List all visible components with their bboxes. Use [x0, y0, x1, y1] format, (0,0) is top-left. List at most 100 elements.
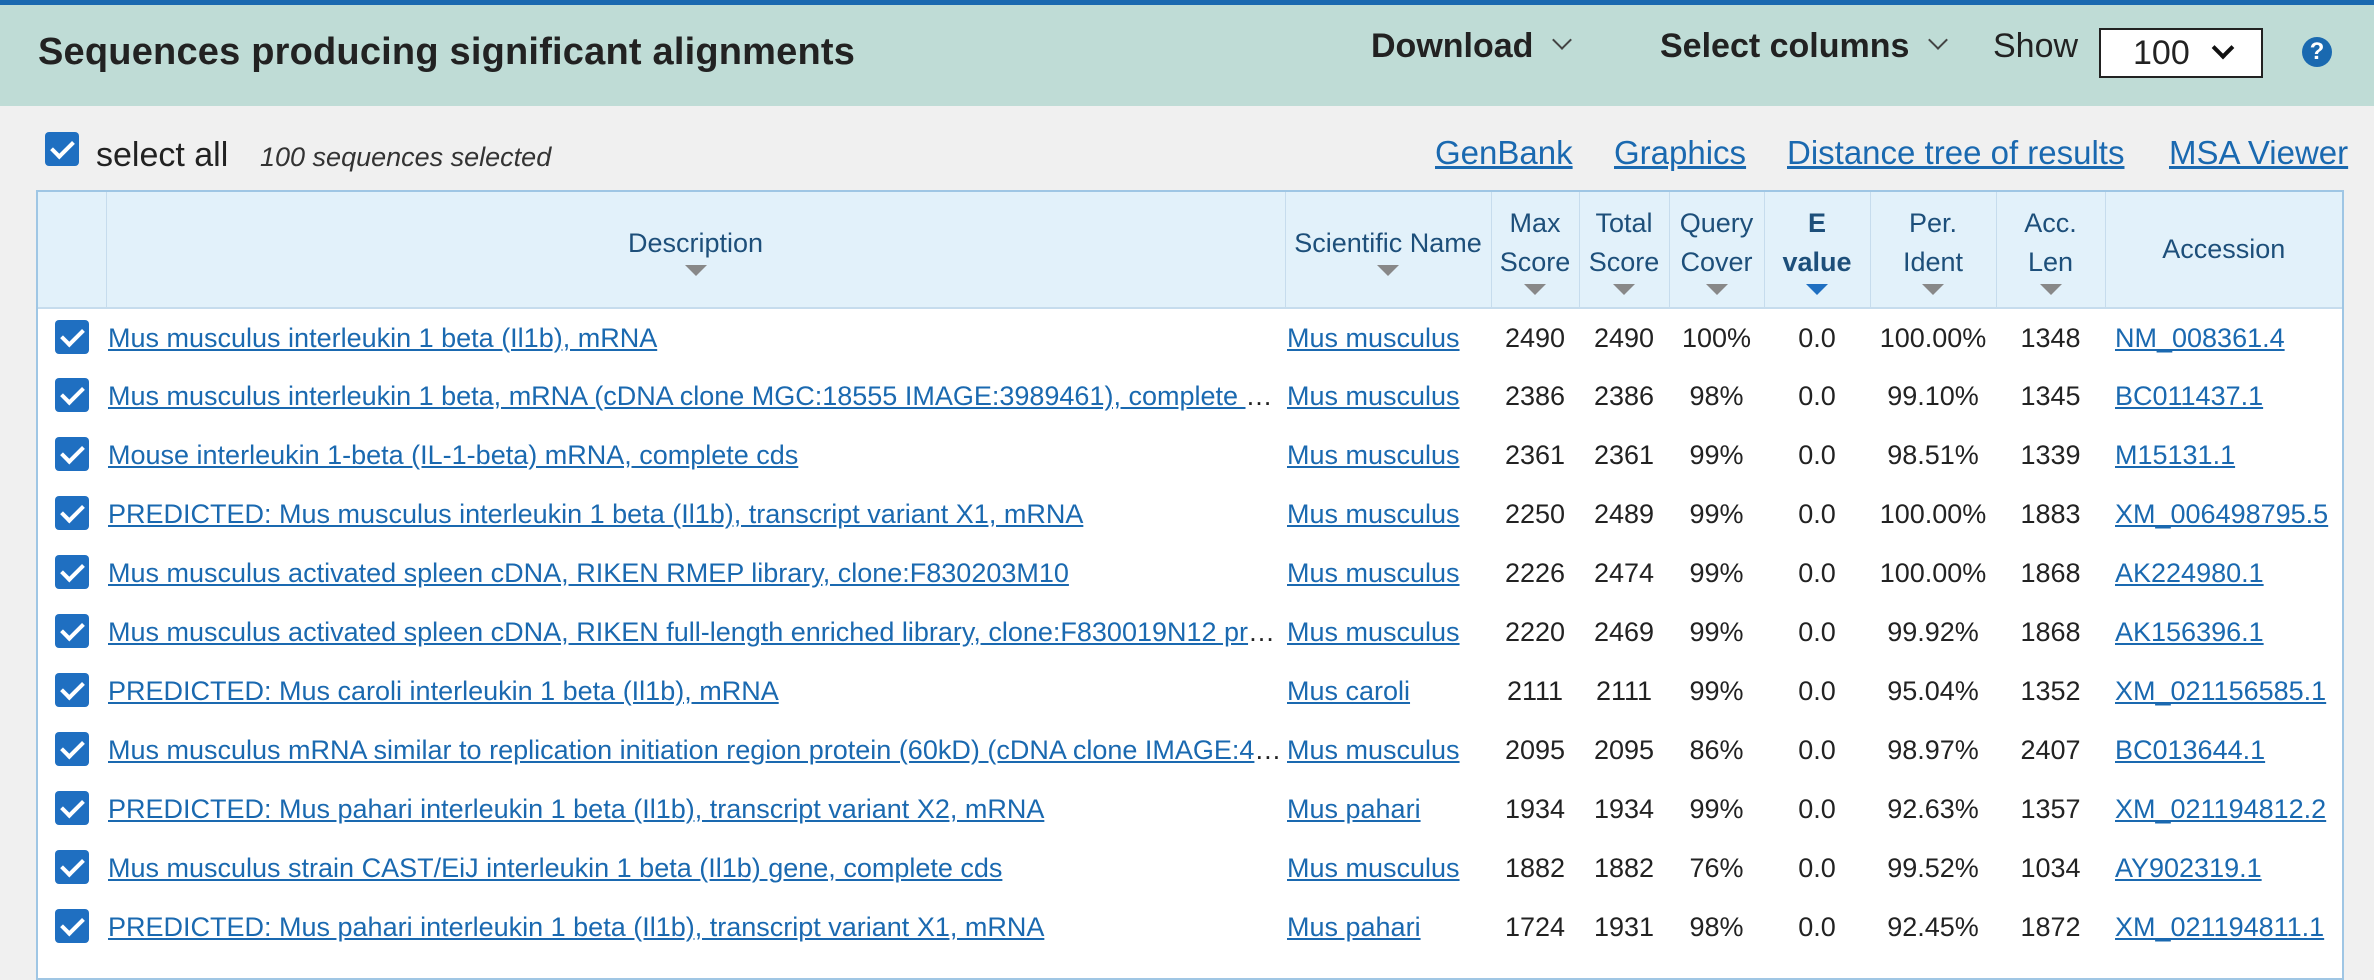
scientific-name-link[interactable]: Mus pahari	[1287, 794, 1421, 824]
per-ident: 100.00%	[1879, 322, 1987, 353]
accession-link[interactable]: NM_008361.4	[2115, 323, 2285, 353]
graphics-link[interactable]: Graphics	[1614, 134, 1746, 172]
query-cover: 99%	[1689, 499, 1744, 529]
sort-arrow-icon[interactable]	[1705, 284, 1728, 295]
col-scientific-name[interactable]: Scientific Name	[1285, 192, 1492, 309]
description-link[interactable]: PREDICTED: Mus musculus interleukin 1 be…	[108, 499, 1083, 529]
scientific-name-link[interactable]: Mus musculus	[1287, 323, 1460, 353]
scientific-name-link[interactable]: Mus pahari	[1287, 912, 1421, 942]
description-link[interactable]: Mus musculus activated spleen cDNA, RIKE…	[108, 558, 1069, 588]
row-checkbox[interactable]	[55, 437, 89, 471]
accession-link[interactable]: XM_006498795.5	[2115, 499, 2328, 529]
sort-arrow-icon[interactable]	[1377, 264, 1399, 276]
description-link[interactable]: PREDICTED: Mus caroli interleukin 1 beta…	[108, 676, 779, 706]
accession-link[interactable]: BC013644.1	[2115, 735, 2265, 765]
query-cover: 98%	[1689, 381, 1744, 411]
description-link[interactable]: PREDICTED: Mus pahari interleukin 1 beta…	[108, 912, 1044, 942]
table-row: Mus musculus interleukin 1 beta (Il1b), …	[38, 308, 2342, 367]
scientific-name-link[interactable]: Mus musculus	[1287, 381, 1460, 411]
scientific-name-link[interactable]: Mus caroli	[1287, 676, 1410, 706]
select-all-label[interactable]: select all	[96, 136, 228, 175]
table-row: PREDICTED: Mus caroli interleukin 1 beta…	[38, 662, 2342, 721]
genbank-link[interactable]: GenBank	[1435, 134, 1573, 172]
evalue: 0.0	[1798, 912, 1836, 942]
accession-link[interactable]: XM_021194811.1	[2115, 912, 2324, 942]
accession-link[interactable]: AY902319.1	[2115, 853, 2262, 883]
col-evalue[interactable]: Evalue	[1764, 192, 1871, 309]
description-link[interactable]: Mus musculus interleukin 1 beta, mRNA (c…	[108, 381, 1285, 411]
scientific-name-cell: Mus musculus	[1285, 426, 1491, 485]
acc-len: 1872	[2020, 912, 2081, 942]
accession-link[interactable]: AK224980.1	[2115, 558, 2264, 588]
row-checkbox[interactable]	[55, 555, 89, 589]
row-checkbox[interactable]	[55, 850, 89, 884]
chevron-down-icon	[1552, 29, 1573, 50]
accession-link[interactable]: XM_021156585.1	[2115, 676, 2326, 706]
accession-link[interactable]: BC011437.1	[2115, 381, 2263, 411]
description-link[interactable]: Mouse interleukin 1-beta (IL-1-beta) mRN…	[108, 440, 798, 470]
description-link[interactable]: Mus musculus strain CAST/EiJ interleukin…	[108, 853, 1002, 883]
download-menu[interactable]: Download	[1371, 27, 1573, 66]
per-ident: 99.52%	[1887, 853, 1979, 883]
row-checkbox[interactable]	[55, 378, 89, 412]
selected-count: 100 sequences selected	[260, 142, 552, 172]
sort-arrow-icon[interactable]	[684, 264, 707, 276]
row-checkbox[interactable]	[55, 319, 89, 354]
sort-arrow-icon[interactable]	[1524, 284, 1546, 295]
col-description[interactable]: Description	[106, 192, 1286, 309]
scientific-name-link[interactable]: Mus musculus	[1287, 558, 1460, 588]
select-columns-menu[interactable]: Select columns	[1660, 27, 1949, 66]
show-count-value: 100	[2133, 33, 2190, 72]
description-cell: Mus musculus strain CAST/EiJ interleukin…	[106, 839, 1285, 898]
col-max-score[interactable]: Max Score	[1491, 192, 1580, 309]
sort-arrow-active-icon[interactable]	[1806, 284, 1828, 295]
max-score: 2220	[1504, 617, 1566, 647]
evalue: 0.0	[1798, 735, 1836, 765]
chevron-down-icon	[2211, 36, 2235, 60]
row-checkbox[interactable]	[55, 614, 89, 648]
total-score: 1882	[1593, 853, 1655, 883]
row-checkbox[interactable]	[55, 791, 89, 825]
description-link[interactable]: Mus musculus activated spleen cDNA, RIKE…	[108, 617, 1285, 647]
select-all-checkbox[interactable]	[45, 132, 79, 166]
row-checkbox[interactable]	[55, 496, 89, 530]
col-per-ident[interactable]: Per. Ident	[1870, 192, 1997, 309]
table-row: PREDICTED: Mus musculus interleukin 1 be…	[38, 485, 2342, 544]
row-checkbox[interactable]	[55, 909, 89, 943]
query-cover: 99%	[1689, 794, 1744, 824]
scientific-name-link[interactable]: Mus musculus	[1287, 617, 1460, 647]
acc-len: 1868	[2020, 617, 2081, 647]
accession-link[interactable]: AK156396.1	[2115, 617, 2264, 647]
col-select	[38, 192, 107, 309]
scientific-name-link[interactable]: Mus musculus	[1287, 499, 1460, 529]
total-score: 2111	[1595, 676, 1653, 706]
scientific-name-link[interactable]: Mus musculus	[1287, 853, 1460, 883]
sort-arrow-icon[interactable]	[1613, 284, 1635, 295]
scientific-name-link[interactable]: Mus musculus	[1287, 440, 1460, 470]
per-ident: 100.00%	[1879, 558, 1987, 588]
description-link[interactable]: Mus musculus interleukin 1 beta (Il1b), …	[108, 323, 657, 353]
sort-arrow-icon[interactable]	[1922, 284, 1944, 295]
row-select-cell	[38, 603, 106, 662]
accession-link[interactable]: M15131.1	[2115, 440, 2235, 470]
sort-arrow-icon[interactable]	[2039, 284, 2062, 295]
row-checkbox[interactable]	[55, 673, 89, 707]
table-row: PREDICTED: Mus pahari interleukin 1 beta…	[38, 780, 2342, 839]
per-ident: 92.63%	[1887, 794, 1979, 824]
query-cover: 99%	[1689, 558, 1744, 588]
help-icon[interactable]: ?	[2302, 37, 2332, 67]
row-checkbox[interactable]	[55, 732, 89, 766]
distance-tree-link[interactable]: Distance tree of results	[1787, 134, 2124, 172]
page-title: Sequences producing significant alignmen…	[38, 31, 856, 73]
accession-link[interactable]: XM_021194812.2	[2115, 794, 2326, 824]
scientific-name-cell: Mus pahari	[1285, 898, 1491, 957]
col-acc-len[interactable]: Acc. Len	[1996, 192, 2106, 309]
description-link[interactable]: PREDICTED: Mus pahari interleukin 1 beta…	[108, 794, 1044, 824]
show-count-select[interactable]: 100	[2099, 28, 2263, 78]
msa-viewer-link[interactable]: MSA Viewer	[2169, 134, 2348, 172]
query-cover: 98%	[1689, 912, 1744, 942]
scientific-name-link[interactable]: Mus musculus	[1287, 735, 1460, 765]
description-link[interactable]: Mus musculus mRNA similar to replication…	[108, 735, 1285, 765]
col-query-cover[interactable]: Query Cover	[1669, 192, 1765, 309]
col-total-score[interactable]: Total Score	[1579, 192, 1670, 309]
